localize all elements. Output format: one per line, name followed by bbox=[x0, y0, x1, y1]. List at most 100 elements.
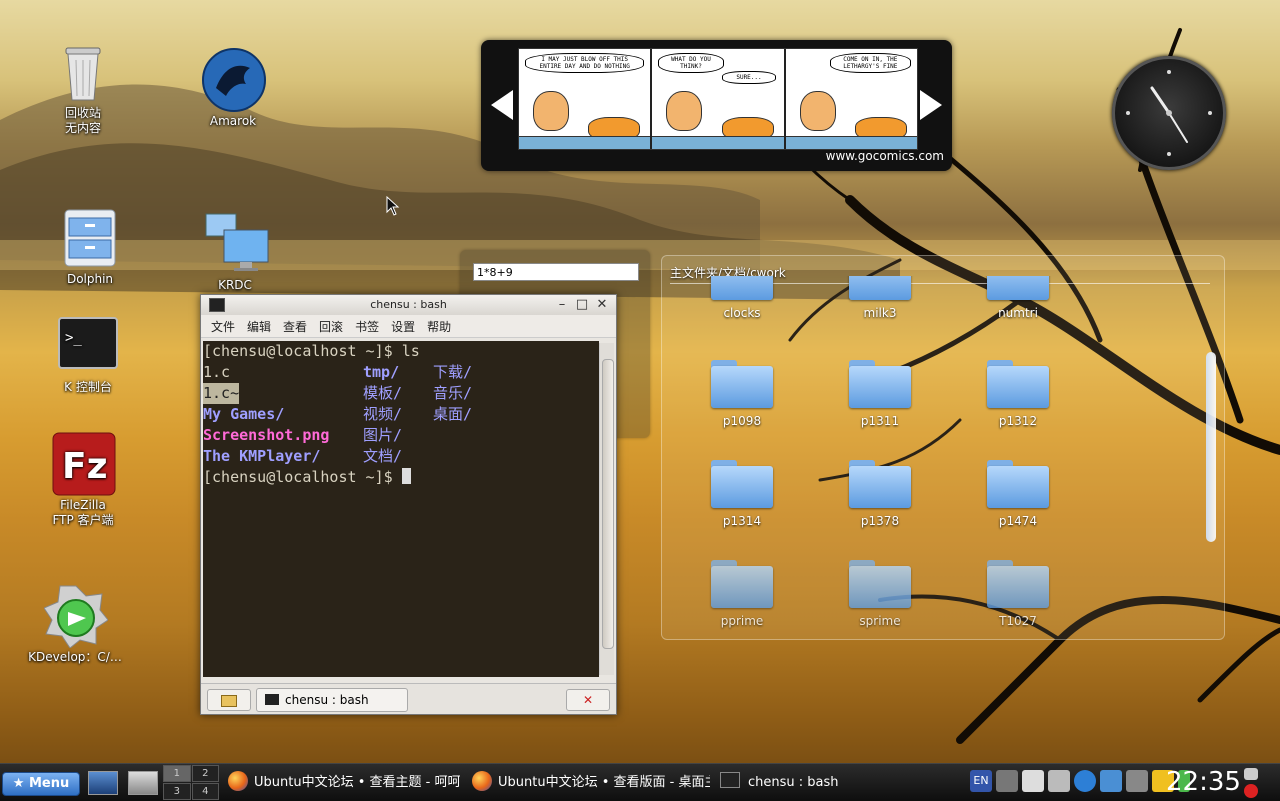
folder-view-widget: 主文件夹/文档/cwork clocks milk3 numtri p1098 … bbox=[661, 255, 1225, 640]
pager-desktop-2[interactable]: 2 bbox=[191, 765, 219, 782]
pager-desktop-3[interactable]: 3 bbox=[163, 783, 191, 800]
ls-entry: 下载/ bbox=[433, 363, 473, 381]
folder-item[interactable]: p1311 bbox=[820, 360, 940, 428]
pager-desktop-4[interactable]: 4 bbox=[191, 783, 219, 800]
folder-icon bbox=[849, 360, 911, 408]
task-firefox-1[interactable]: Ubuntu中文论坛 • 查看主题 - 呵呵， bbox=[228, 770, 460, 796]
menu-file[interactable]: 文件 bbox=[205, 318, 241, 335]
minimize-icon[interactable]: – bbox=[554, 297, 570, 313]
folder-item[interactable]: p1312 bbox=[958, 360, 1078, 428]
logout-icon[interactable] bbox=[1244, 784, 1258, 798]
desktop-icon-krdc[interactable]: KRDC bbox=[180, 212, 290, 293]
new-tab-button[interactable] bbox=[207, 689, 251, 711]
comic-strip: I MAY JUST BLOW OFF THIS ENTIRE DAY AND … bbox=[518, 48, 918, 150]
folder-item[interactable]: pprime bbox=[682, 560, 802, 628]
terminal-icon bbox=[720, 772, 740, 788]
folder-icon bbox=[987, 560, 1049, 608]
desktop-icon-label: FTP 客户端 bbox=[52, 513, 114, 527]
terminal-tab[interactable]: chensu : bash bbox=[256, 688, 408, 712]
task-terminal[interactable]: chensu : bash bbox=[720, 770, 870, 796]
firefox-icon bbox=[472, 771, 492, 791]
analog-clock-widget bbox=[1112, 56, 1226, 170]
folder-item[interactable]: p1314 bbox=[682, 460, 802, 528]
firefox-icon bbox=[228, 771, 248, 791]
menu-help[interactable]: 帮助 bbox=[421, 318, 457, 335]
folder-item[interactable]: clocks bbox=[682, 276, 802, 320]
close-icon[interactable]: ✕ bbox=[594, 297, 610, 313]
terminal-window: chensu : bash – □ ✕ 文件 编辑 查看 回滚 书签 设置 帮助… bbox=[200, 294, 617, 715]
prompt: [chensu@localhost ~]$ bbox=[203, 468, 402, 486]
lock-icon[interactable] bbox=[1244, 768, 1258, 780]
close-tab-button[interactable]: ✕ bbox=[566, 689, 610, 711]
notes-icon[interactable] bbox=[1048, 770, 1070, 792]
task-firefox-2[interactable]: Ubuntu中文论坛 • 查看版面 - 桌面主 bbox=[472, 770, 710, 796]
desktop-icon-label: Dolphin bbox=[66, 272, 114, 286]
taskbar-clock[interactable]: 22:35 bbox=[1166, 764, 1241, 801]
folder-item[interactable]: T1027 bbox=[958, 560, 1078, 628]
folder-icon bbox=[987, 360, 1049, 408]
maximize-icon[interactable]: □ bbox=[574, 297, 590, 313]
desktop-icon-dolphin[interactable]: Dolphin bbox=[35, 206, 145, 287]
desktop-icon-label: K 控制台 bbox=[64, 380, 112, 394]
show-desktop-icon[interactable] bbox=[88, 771, 118, 795]
desktop-icon-label: KRDC bbox=[218, 278, 252, 292]
menu-bookmarks[interactable]: 书签 bbox=[349, 318, 385, 335]
folder-item[interactable]: p1098 bbox=[682, 360, 802, 428]
calculator-input[interactable] bbox=[473, 263, 639, 281]
mouse-pointer-icon bbox=[386, 196, 400, 216]
text-cursor bbox=[401, 468, 411, 484]
ls-entry: 模板/ bbox=[363, 384, 403, 402]
ls-entry: 1.c bbox=[203, 363, 231, 381]
storage-icon[interactable] bbox=[1126, 770, 1148, 792]
pager-desktop-1[interactable]: 1 bbox=[163, 765, 191, 782]
volume-icon[interactable] bbox=[996, 770, 1018, 792]
menu-settings[interactable]: 设置 bbox=[385, 318, 421, 335]
keyboard-layout-icon[interactable]: EN bbox=[970, 770, 992, 792]
star-icon: ★ bbox=[12, 776, 25, 791]
desktop-icon-label: KDevelop：C/… bbox=[28, 650, 122, 664]
menu-view[interactable]: 查看 bbox=[277, 318, 313, 335]
menu-scrollback[interactable]: 回滚 bbox=[313, 318, 349, 335]
close-tab-icon: ✕ bbox=[582, 693, 594, 707]
network-icon[interactable] bbox=[1100, 770, 1122, 792]
folder-icon bbox=[849, 276, 911, 300]
terminal-screen[interactable]: [chensu@localhost ~]$ ls 1.c tmp/ 下载/ 1.… bbox=[203, 341, 599, 677]
desktop-icon-label: Amarok bbox=[209, 114, 257, 128]
start-menu-button[interactable]: ★ Menu bbox=[2, 772, 80, 796]
next-arrow-icon[interactable] bbox=[920, 90, 942, 120]
desktop-icon-kdevelop[interactable]: KDevelop：C/… bbox=[20, 584, 130, 665]
menu-edit[interactable]: 编辑 bbox=[241, 318, 277, 335]
folder-icon bbox=[711, 560, 773, 608]
folder-item[interactable]: p1474 bbox=[958, 460, 1078, 528]
comic-source-link[interactable]: www.gocomics.com bbox=[826, 149, 944, 163]
ls-entry: 桌面/ bbox=[433, 405, 473, 423]
folder-grid: clocks milk3 numtri p1098 p1311 p1312 p1… bbox=[662, 276, 1222, 636]
updates-icon[interactable] bbox=[1074, 770, 1096, 792]
file-cabinet-icon bbox=[59, 206, 121, 268]
previous-arrow-icon[interactable] bbox=[491, 90, 513, 120]
desktop-icon-trash[interactable]: 回收站 无内容 bbox=[28, 40, 138, 136]
desktop-icon-konsole[interactable]: >_ K 控制台 bbox=[33, 314, 143, 395]
system-tray: EN bbox=[970, 770, 1190, 796]
folder-icon bbox=[849, 560, 911, 608]
scrollbar-thumb[interactable] bbox=[602, 359, 614, 649]
clipboard-icon[interactable] bbox=[1022, 770, 1044, 792]
folder-item[interactable]: p1378 bbox=[820, 460, 940, 528]
speech-bubble: I MAY JUST BLOW OFF THIS ENTIRE DAY AND … bbox=[525, 53, 645, 73]
desktop-icon-filezilla[interactable]: Fz FileZilla FTP 客户端 bbox=[28, 432, 138, 528]
desktop-icon-amarok[interactable]: Amarok bbox=[178, 48, 288, 129]
terminal-icon bbox=[265, 694, 279, 705]
folder-view-scrollbar[interactable] bbox=[1206, 352, 1216, 542]
svg-text:Fz: Fz bbox=[62, 446, 108, 487]
comic-strip-widget: I MAY JUST BLOW OFF THIS ENTIRE DAY AND … bbox=[481, 40, 952, 171]
folder-item[interactable]: sprime bbox=[820, 560, 940, 628]
window-titlebar[interactable]: chensu : bash – □ ✕ bbox=[201, 295, 616, 315]
folder-icon bbox=[711, 360, 773, 408]
folder-item[interactable]: numtri bbox=[958, 276, 1078, 320]
window-list-icon[interactable] bbox=[128, 771, 158, 795]
terminal-menubar: 文件 编辑 查看 回滚 书签 设置 帮助 bbox=[201, 315, 616, 338]
terminal-scrollbar[interactable] bbox=[599, 343, 614, 675]
folder-item[interactable]: milk3 bbox=[820, 276, 940, 320]
folder-icon bbox=[987, 276, 1049, 300]
folder-icon bbox=[711, 276, 773, 300]
